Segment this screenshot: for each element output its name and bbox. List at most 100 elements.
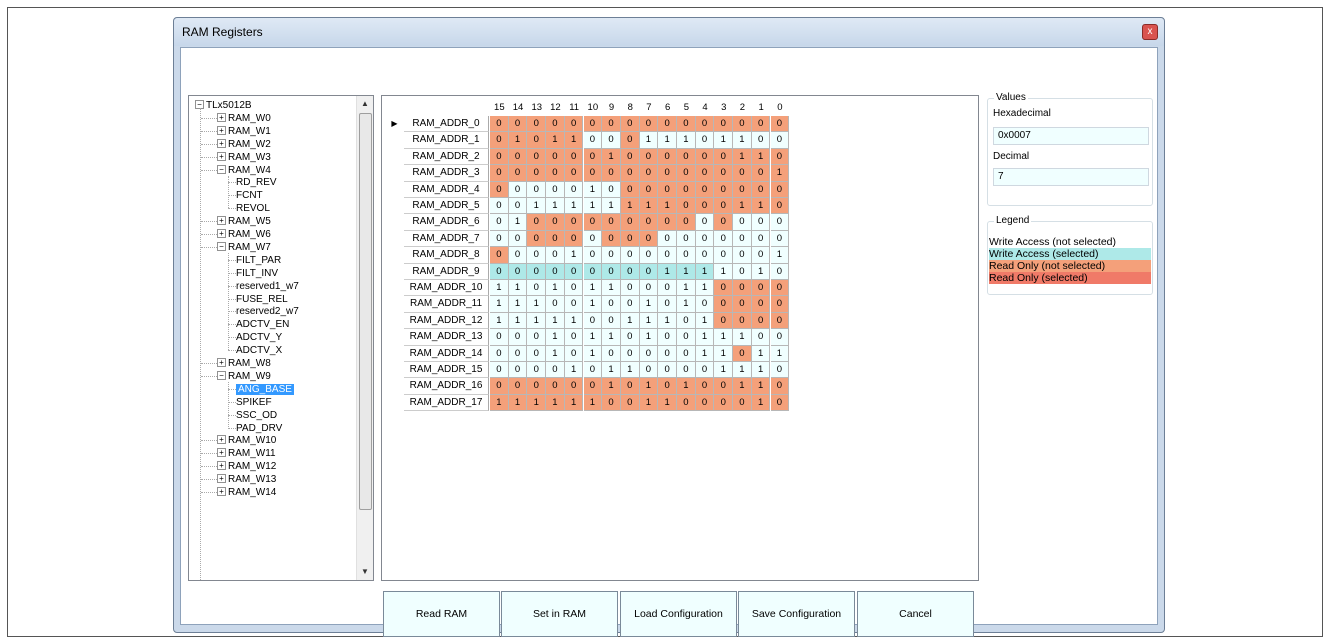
bit-cell[interactable]: 0	[564, 181, 584, 198]
tree-leaf-item[interactable]: reserved2_w7	[236, 305, 299, 318]
bit-cell[interactable]: 0	[733, 263, 752, 280]
bit-cell[interactable]: 0	[695, 230, 715, 248]
row-name[interactable]: RAM_ADDR_13	[404, 329, 489, 346]
bit-cell[interactable]: 1	[564, 132, 584, 149]
tree-group-item[interactable]: + RAM_W2	[217, 138, 271, 151]
expand-icon[interactable]: +	[217, 448, 226, 458]
bit-cell[interactable]: 1	[639, 394, 659, 412]
bit-cell[interactable]: 0	[770, 132, 790, 149]
bit-cell[interactable]: 0	[751, 312, 771, 330]
bit-cell[interactable]: 0	[508, 148, 528, 166]
tree-group-item[interactable]: + RAM_W14	[217, 486, 276, 499]
bit-cell[interactable]: 1	[583, 181, 603, 198]
bit-cell[interactable]: 1	[714, 263, 734, 280]
bit-cell[interactable]: 1	[527, 394, 547, 412]
bit-cell[interactable]: 0	[564, 280, 584, 297]
row-name[interactable]: RAM_ADDR_3	[404, 165, 489, 182]
bit-cell[interactable]: 0	[714, 312, 734, 330]
bit-cell[interactable]: 0	[733, 214, 752, 231]
bit-cell[interactable]: 1	[602, 362, 621, 379]
tree-group-item[interactable]: + RAM_W13	[217, 473, 276, 486]
bit-cell[interactable]: 0	[677, 116, 696, 133]
bit-cell[interactable]: 1	[639, 329, 659, 346]
bit-cell[interactable]: 1	[546, 394, 565, 412]
bit-cell[interactable]: 0	[490, 214, 509, 231]
bit-cell[interactable]: 1	[508, 312, 528, 330]
tree-leaf-item[interactable]: ADCTV_EN	[236, 318, 289, 331]
bit-cell[interactable]: 1	[564, 362, 584, 379]
tree-leaf-item[interactable]: ANG_BASE	[236, 383, 294, 396]
tree-group-item[interactable]: − RAM_W4	[217, 164, 271, 177]
bit-cell[interactable]: 0	[620, 378, 640, 395]
bit-cell[interactable]: 0	[733, 230, 752, 248]
bit-cell[interactable]: 0	[527, 181, 547, 198]
column-header[interactable]: 13	[527, 100, 546, 116]
bit-cell[interactable]: 0	[639, 165, 659, 182]
bit-cell[interactable]: 0	[677, 148, 696, 166]
bit-cell[interactable]: 1	[639, 296, 659, 313]
bit-cell[interactable]: 0	[658, 362, 677, 379]
tree-group-item[interactable]: + RAM_W6	[217, 228, 271, 241]
bit-cell[interactable]: 0	[602, 394, 621, 412]
bit-cell[interactable]: 0	[714, 148, 734, 166]
save-configuration-button[interactable]: Save Configuration	[738, 591, 855, 637]
bit-cell[interactable]: 0	[583, 312, 603, 330]
bit-cell[interactable]: 0	[714, 394, 734, 412]
bit-cell[interactable]: 0	[695, 247, 715, 264]
hexadecimal-field[interactable]: 0x0007	[993, 127, 1149, 145]
expand-icon[interactable]: +	[217, 216, 226, 226]
expand-icon[interactable]: +	[217, 125, 226, 135]
expand-icon[interactable]: +	[217, 487, 226, 496]
bit-cell[interactable]: 0	[733, 165, 752, 182]
expand-icon[interactable]: +	[217, 461, 226, 471]
column-header[interactable]: 6	[658, 100, 677, 116]
tree-leaf-item[interactable]: SSC_OD	[236, 409, 277, 422]
bit-cell[interactable]: 1	[508, 394, 528, 412]
bit-cell[interactable]: 0	[508, 378, 528, 395]
bit-cell[interactable]: 0	[583, 362, 603, 379]
bit-cell[interactable]: 1	[714, 362, 734, 379]
bit-cell[interactable]: 0	[620, 165, 640, 182]
collapse-icon[interactable]: −	[217, 164, 226, 174]
row-name[interactable]: RAM_ADDR_7	[404, 230, 489, 248]
bit-cell[interactable]: 1	[751, 148, 771, 166]
bit-cell[interactable]: 0	[527, 214, 547, 231]
bit-cell[interactable]: 1	[602, 198, 621, 215]
bit-cell[interactable]: 0	[527, 263, 547, 280]
bit-cell[interactable]: 0	[490, 329, 509, 346]
bit-cell[interactable]: 0	[546, 214, 565, 231]
bit-cell[interactable]: 1	[583, 198, 603, 215]
bit-cell[interactable]: 0	[602, 165, 621, 182]
bit-cell[interactable]: 1	[508, 296, 528, 313]
bit-cell[interactable]: 0	[546, 116, 565, 133]
bit-cell[interactable]: 0	[583, 214, 603, 231]
bit-cell[interactable]: 0	[583, 148, 603, 166]
bit-cell[interactable]: 0	[695, 181, 715, 198]
tree-leaf-item[interactable]: REVOL	[236, 202, 270, 215]
bit-cell[interactable]: 0	[620, 394, 640, 412]
scroll-up-icon[interactable]: ▲	[357, 96, 373, 112]
bit-cell[interactable]: 1	[677, 132, 696, 149]
bit-cell[interactable]: 0	[677, 181, 696, 198]
bit-cell[interactable]: 1	[751, 362, 771, 379]
tree-leaf-item[interactable]: ADCTV_Y	[236, 331, 282, 344]
bit-cell[interactable]: 0	[490, 165, 509, 182]
bit-cell[interactable]: 0	[602, 345, 621, 362]
tree-leaf-item[interactable]: SPIKEF	[236, 396, 272, 409]
tree-leaf-item[interactable]: FILT_INV	[236, 267, 278, 280]
row-name[interactable]: RAM_ADDR_16	[404, 378, 489, 395]
bit-cell[interactable]: 0	[583, 263, 603, 280]
bit-cell[interactable]: 1	[733, 198, 752, 215]
set-in-ram-button[interactable]: Set in RAM	[501, 591, 618, 637]
bit-cell[interactable]: 0	[770, 394, 790, 412]
bit-cell[interactable]: 0	[583, 378, 603, 395]
bit-cell[interactable]: 0	[602, 230, 621, 248]
bit-cell[interactable]: 0	[639, 181, 659, 198]
bit-cell[interactable]: 0	[527, 247, 547, 264]
bit-cell[interactable]: 0	[770, 296, 790, 313]
scroll-down-icon[interactable]: ▼	[357, 564, 373, 580]
bit-cell[interactable]: 0	[527, 329, 547, 346]
bit-cell[interactable]: 0	[733, 247, 752, 264]
column-header[interactable]: 1	[752, 100, 771, 116]
bit-cell[interactable]: 0	[620, 296, 640, 313]
